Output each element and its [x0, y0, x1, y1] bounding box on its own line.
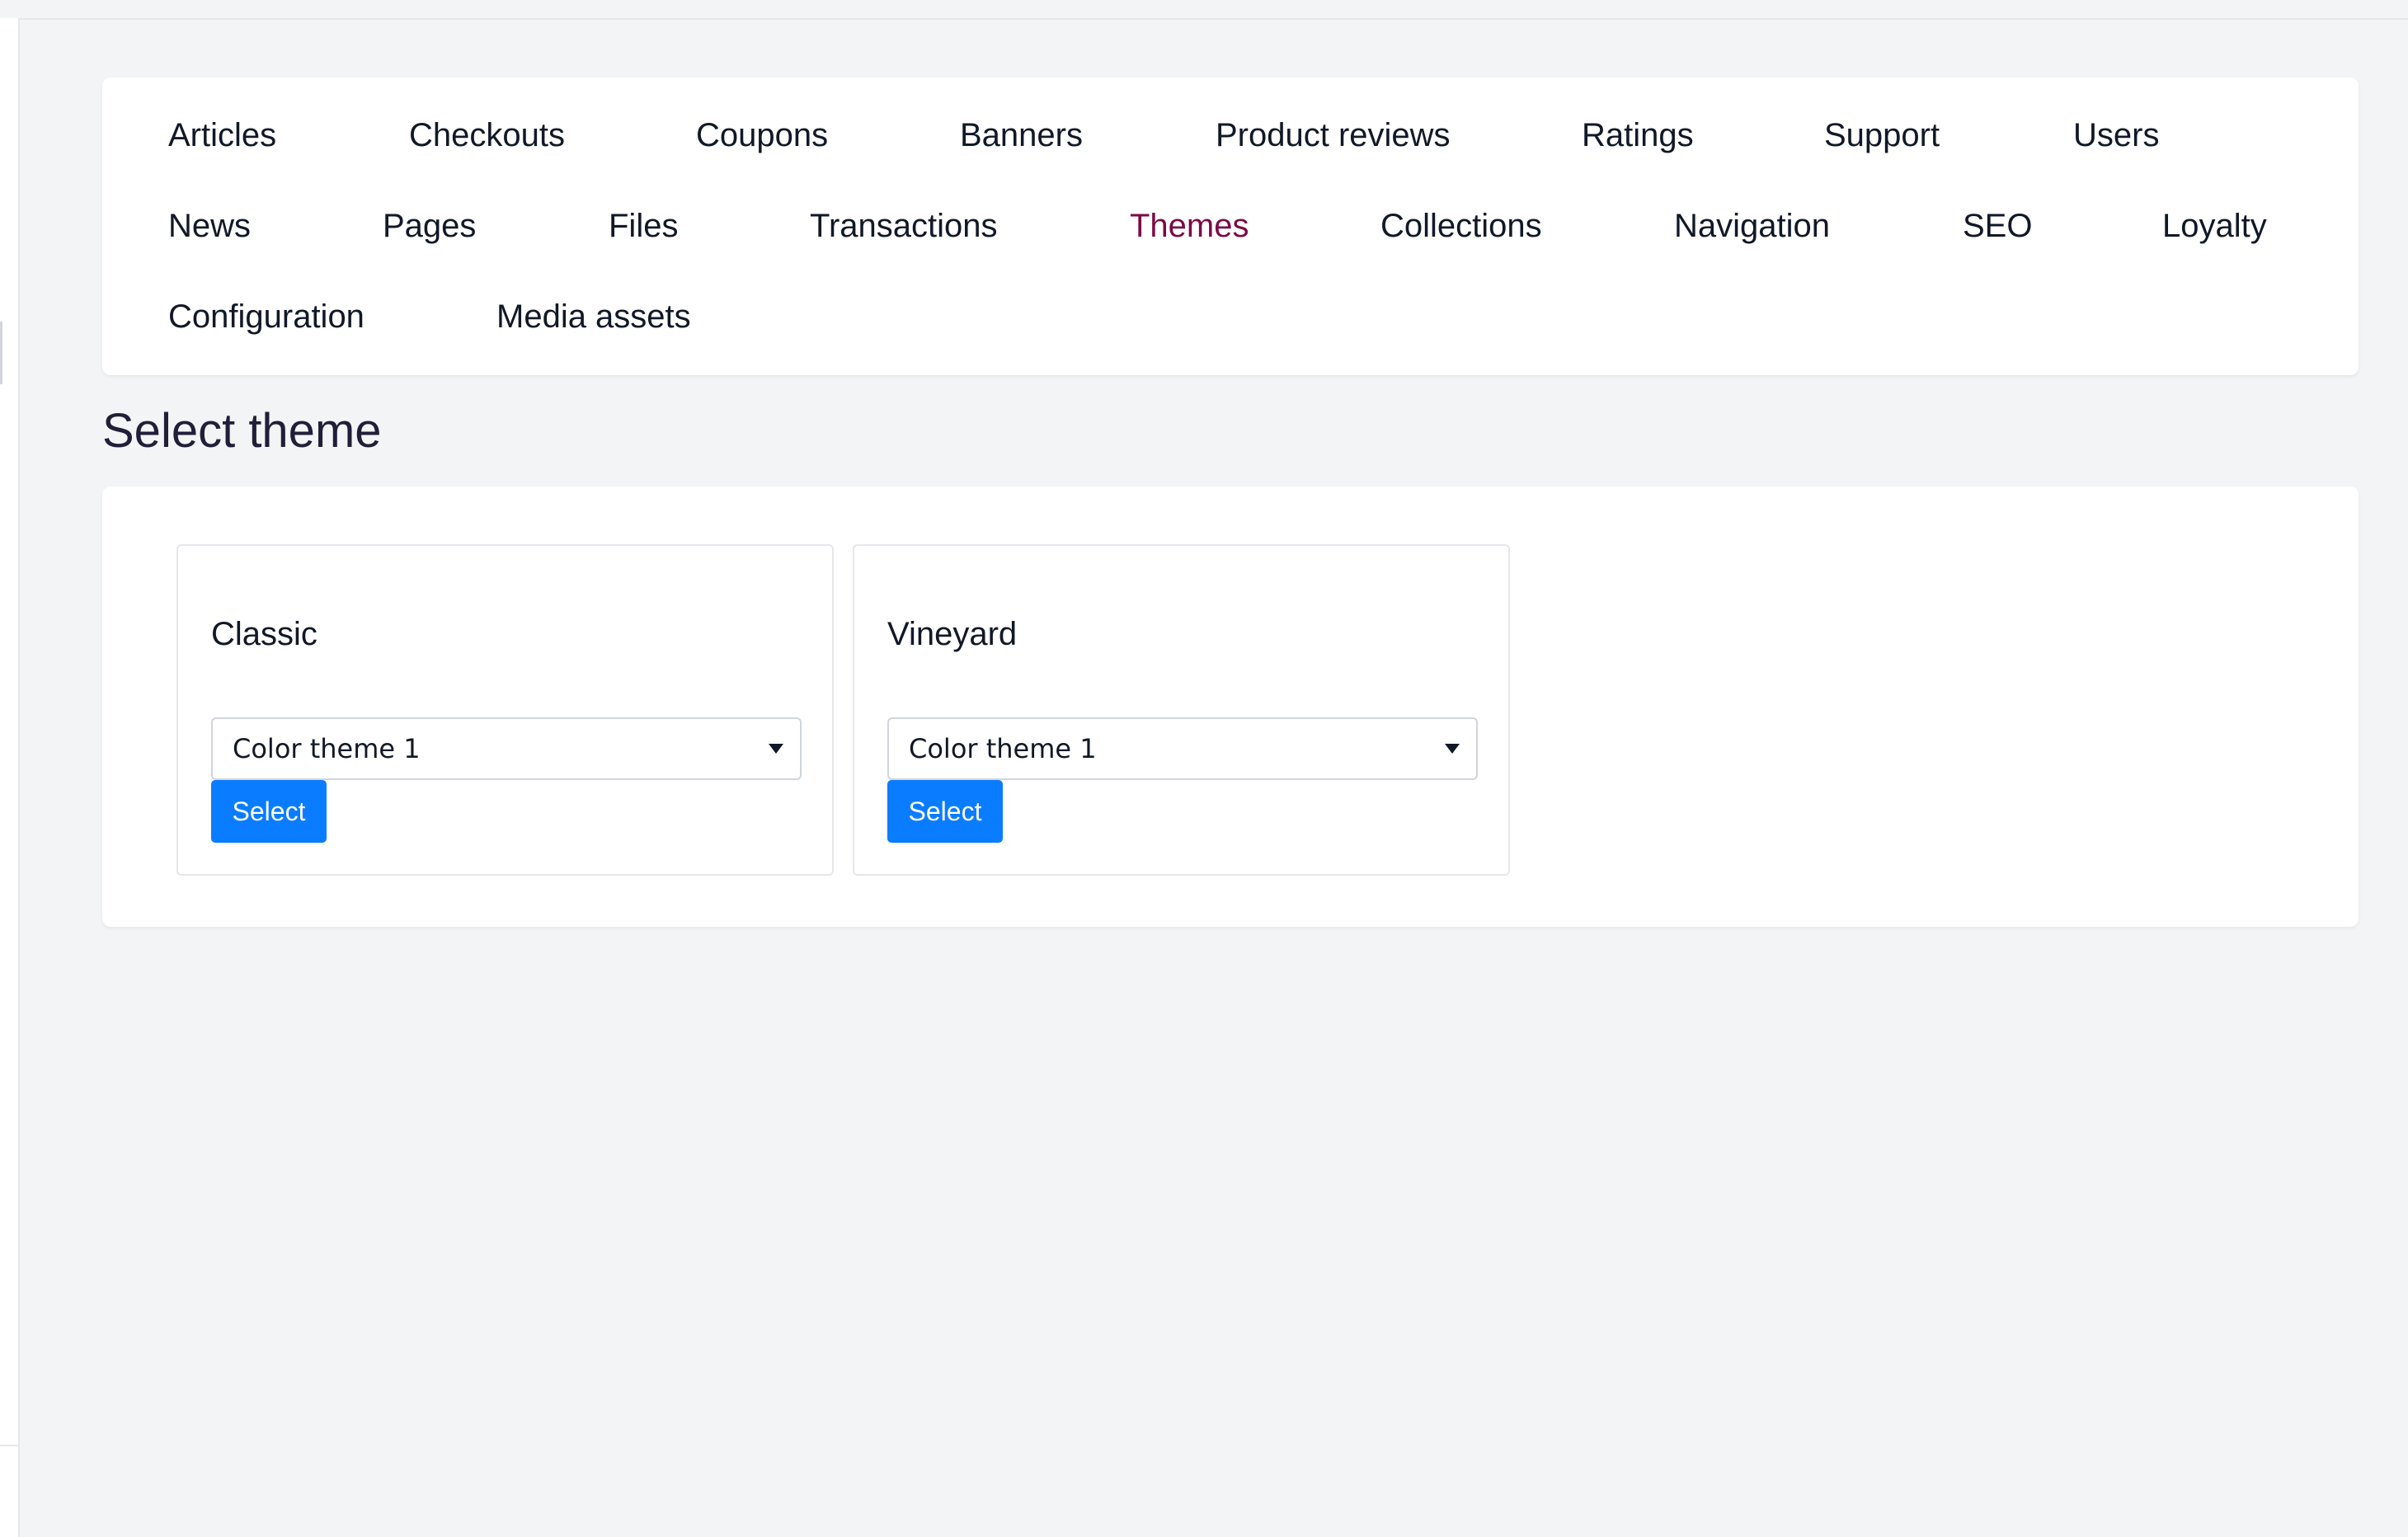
- top-bar: [0, 0, 2408, 20]
- left-rail-indicator: [0, 322, 2, 384]
- nav-item-loyalty[interactable]: Loyalty: [2162, 203, 2267, 249]
- nav-item-ratings[interactable]: Ratings: [1582, 112, 1694, 158]
- nav-item-pages[interactable]: Pages: [383, 203, 476, 249]
- themes-panel: Classic Color theme 1 Select Vineyard Co…: [102, 486, 2359, 927]
- theme-card-vineyard: Vineyard Color theme 1 Select: [853, 544, 1510, 876]
- nav-item-configuration[interactable]: Configuration: [168, 294, 364, 340]
- nav-item-banners[interactable]: Banners: [960, 112, 1083, 158]
- nav-item-themes[interactable]: Themes: [1130, 203, 1249, 249]
- nav-item-coupons[interactable]: Coupons: [696, 112, 828, 158]
- theme-card-classic: Classic Color theme 1 Select: [176, 544, 834, 876]
- select-value: Color theme 1: [233, 733, 421, 764]
- nav-item-navigation[interactable]: Navigation: [1674, 203, 1830, 249]
- left-rail: [0, 18, 20, 1537]
- nav-item-media-assets[interactable]: Media assets: [496, 294, 691, 340]
- theme-name: Vineyard: [887, 616, 1018, 652]
- nav-item-transactions[interactable]: Transactions: [810, 203, 998, 249]
- nav-item-support[interactable]: Support: [1824, 112, 1940, 158]
- admin-nav: Articles Checkouts Coupons Banners Produ…: [102, 78, 2359, 375]
- nav-item-product-reviews[interactable]: Product reviews: [1216, 112, 1451, 158]
- theme-name: Classic: [211, 616, 317, 652]
- nav-item-news[interactable]: News: [168, 203, 251, 249]
- chevron-down-icon: [1445, 744, 1460, 754]
- chevron-down-icon: [769, 744, 783, 754]
- page-title: Select theme: [102, 404, 382, 458]
- select-theme-button[interactable]: Select: [211, 780, 327, 843]
- nav-item-checkouts[interactable]: Checkouts: [409, 112, 565, 158]
- nav-item-users[interactable]: Users: [2073, 112, 2159, 158]
- nav-item-articles[interactable]: Articles: [168, 112, 276, 158]
- select-value: Color theme 1: [909, 733, 1097, 764]
- left-rail-divider: [0, 1445, 18, 1446]
- select-theme-button[interactable]: Select: [887, 780, 1003, 843]
- nav-item-collections[interactable]: Collections: [1380, 203, 1542, 249]
- nav-item-seo[interactable]: SEO: [1963, 203, 2032, 249]
- color-theme-select[interactable]: Color theme 1: [887, 717, 1478, 780]
- color-theme-select[interactable]: Color theme 1: [211, 717, 802, 780]
- nav-item-files[interactable]: Files: [609, 203, 678, 249]
